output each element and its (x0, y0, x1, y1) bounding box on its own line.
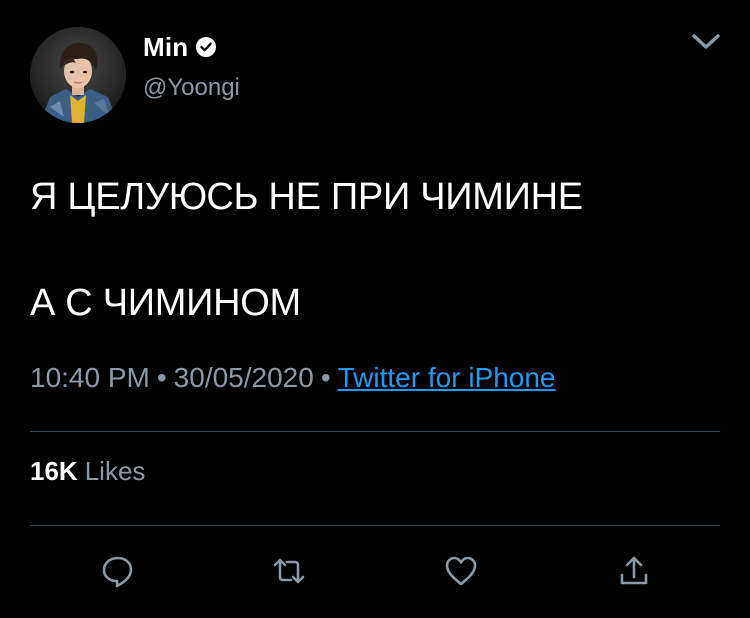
author-handle[interactable]: @Yoongi (143, 74, 240, 102)
tweet-source-link[interactable]: Twitter for iPhone (338, 362, 556, 393)
tweet-time: 10:40 PM (30, 362, 150, 393)
likes-stat[interactable]: 16K Likes (30, 456, 145, 487)
share-icon[interactable] (616, 553, 652, 589)
likes-label: Likes (84, 456, 146, 486)
avatar[interactable] (30, 27, 126, 123)
retweet-icon[interactable] (271, 553, 307, 589)
verified-badge-icon (195, 36, 217, 58)
like-icon[interactable] (443, 553, 479, 589)
tweet-meta: 10:40 PM • 30/05/2020 • Twitter for iPhone (30, 362, 556, 394)
chevron-down-icon[interactable] (689, 30, 723, 54)
divider (30, 525, 720, 526)
author-display-name[interactable]: Min (143, 32, 188, 63)
reply-icon[interactable] (100, 553, 136, 589)
divider (30, 431, 720, 432)
avatar-photo (30, 27, 126, 123)
tweet-text-line: А С ЧИМИНОМ (30, 282, 301, 324)
meta-separator: • (156, 362, 167, 393)
likes-count: 16K (30, 456, 78, 486)
tweet-card: Min @Yoongi Я ЦЕЛУЮСЬ НЕ ПРИ ЧИМИНЕ А С … (0, 0, 750, 618)
tweet-text-line: Я ЦЕЛУЮСЬ НЕ ПРИ ЧИМИНЕ (30, 176, 583, 218)
meta-separator: • (320, 362, 331, 393)
author-name-row: Min (143, 30, 217, 64)
tweet-date: 30/05/2020 (173, 362, 314, 393)
